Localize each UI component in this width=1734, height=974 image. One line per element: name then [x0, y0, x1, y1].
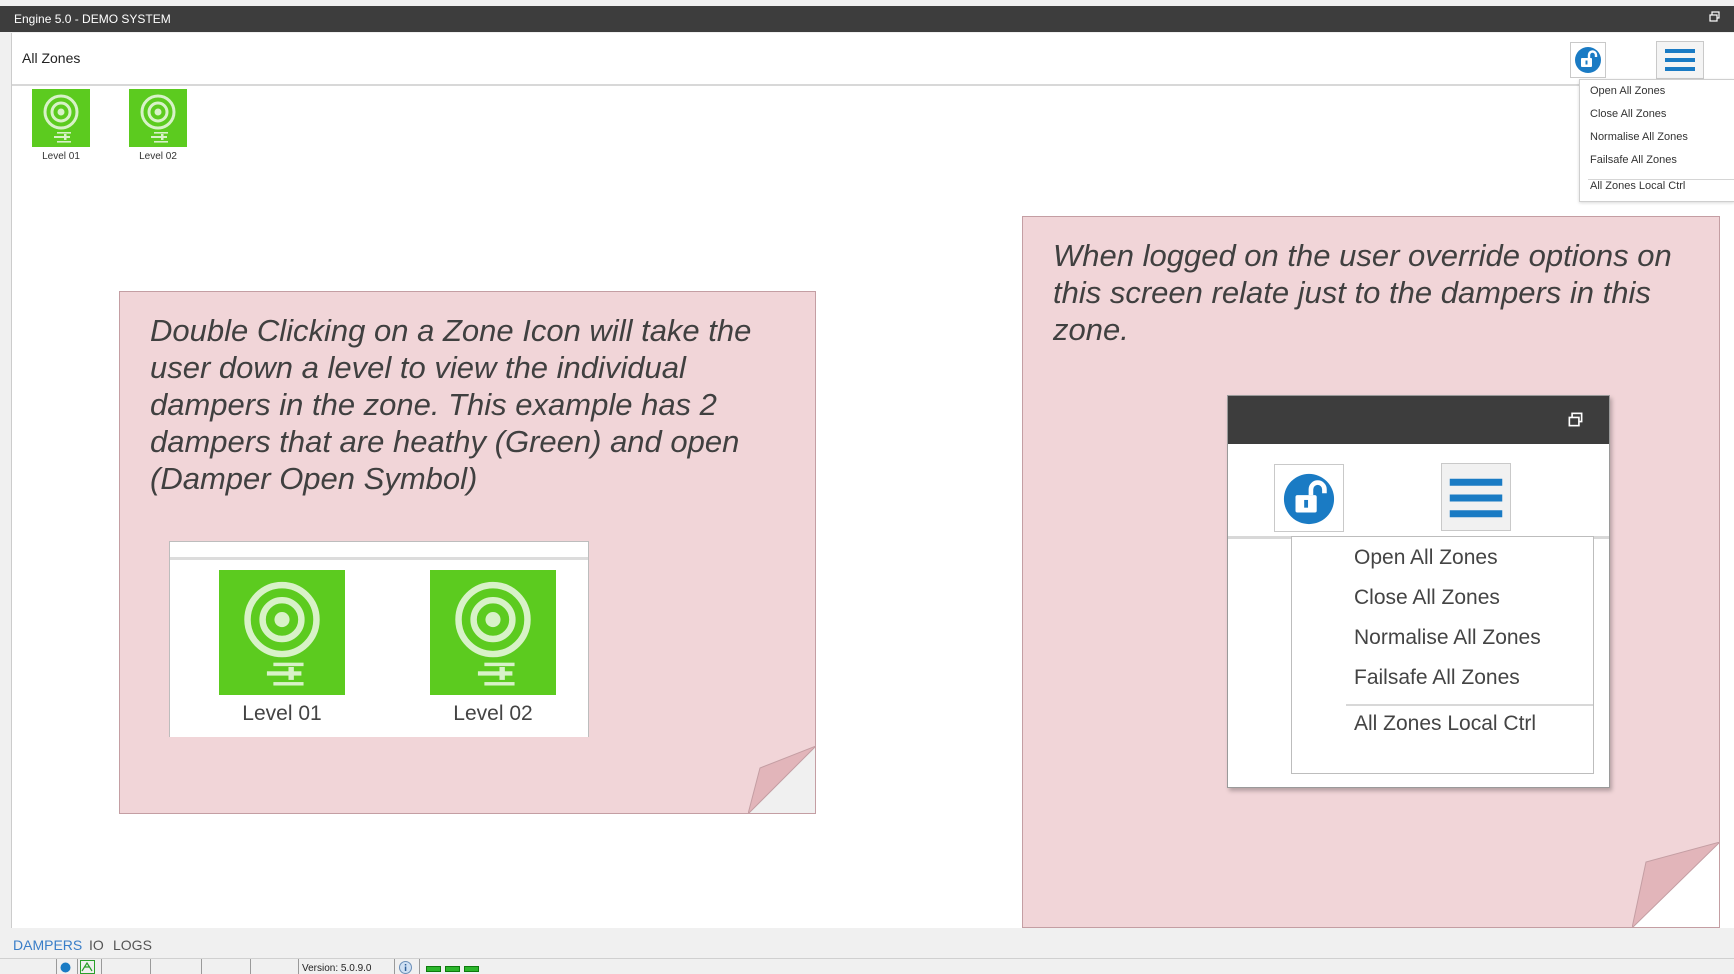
unlock-icon — [1575, 47, 1601, 73]
status-divider — [77, 959, 78, 974]
tab-dampers[interactable]: DAMPERS — [13, 937, 82, 953]
preview-titlebar — [1228, 396, 1609, 444]
preview-topbar — [170, 542, 588, 560]
status-divider — [150, 959, 151, 974]
damper-open-icon — [43, 94, 79, 143]
menu-item-local-ctrl[interactable]: All Zones Local Ctrl — [1590, 180, 1685, 192]
window-titlebar: Engine 5.0 - DEMO SYSTEM — [0, 6, 1734, 32]
menu-preview: Open All Zones Close All Zones Normalise… — [1227, 395, 1610, 788]
hamburger-menu-icon — [1449, 478, 1503, 518]
preview-zone-label: Level 02 — [453, 702, 533, 725]
zone-level-02[interactable]: Level 02 — [123, 89, 193, 162]
zone-label: Level 01 — [42, 151, 80, 162]
info-icon[interactable] — [399, 961, 412, 974]
zone-menu-button[interactable] — [1656, 41, 1704, 79]
page-curl-icon — [1632, 842, 1719, 927]
menu-item-close-all[interactable]: Close All Zones — [1590, 108, 1666, 120]
status-led — [464, 966, 479, 972]
preview-menu-item: Close All Zones — [1354, 586, 1500, 609]
status-divider — [250, 959, 251, 974]
hamburger-menu-icon — [1665, 49, 1695, 71]
status-divider — [56, 959, 57, 974]
zone-dropdown-menu: Open All Zones Close All Zones Normalise… — [1579, 79, 1734, 202]
preview-zone-label: Level 01 — [242, 702, 322, 725]
zone-tile[interactable] — [32, 89, 90, 147]
menu-item-open-all[interactable]: Open All Zones — [1590, 85, 1665, 97]
version-label: Version: 5.0.9.0 — [302, 963, 372, 974]
connection-status-icon — [60, 962, 71, 973]
status-led — [445, 966, 460, 972]
note-text: Double Clicking on a Zone Icon will take… — [150, 313, 752, 496]
preview-menu-button — [1441, 463, 1511, 531]
tab-logs[interactable]: LOGS — [113, 937, 152, 953]
zone-label: Level 02 — [139, 151, 177, 162]
network-icon — [80, 960, 95, 974]
status-divider — [394, 959, 395, 974]
preview-lock-button — [1274, 464, 1344, 532]
tab-io[interactable]: IO — [89, 937, 104, 953]
menu-item-failsafe-all[interactable]: Failsafe All Zones — [1590, 154, 1677, 166]
menu-item-normalise-all[interactable]: Normalise All Zones — [1590, 131, 1688, 143]
status-led — [426, 966, 441, 972]
unlock-icon — [1283, 473, 1335, 525]
preview-zone-tile — [430, 570, 556, 695]
preview-menu-divider — [1346, 704, 1593, 706]
damper-open-icon — [244, 581, 320, 686]
preview-menu-item: Normalise All Zones — [1354, 626, 1541, 649]
zone-icons-preview: Level 01 Level 02 — [169, 541, 589, 737]
restore-window-icon[interactable] — [1709, 11, 1720, 22]
restore-window-icon — [1568, 412, 1583, 427]
status-divider — [419, 959, 420, 974]
preview-zone-tile — [219, 570, 345, 695]
status-bar: Version: 5.0.9.0 — [0, 958, 1734, 974]
zone-tile[interactable] — [129, 89, 187, 147]
note-text: When logged on the user override options… — [1053, 238, 1672, 347]
status-divider — [298, 959, 299, 974]
window-title: Engine 5.0 - DEMO SYSTEM — [14, 12, 171, 26]
override-lock-button[interactable] — [1570, 42, 1606, 78]
page-curl-icon — [748, 746, 815, 813]
preview-dropdown-menu: Open All Zones Close All Zones Normalise… — [1291, 536, 1594, 774]
preview-menu-item: All Zones Local Ctrl — [1354, 712, 1537, 735]
annotation-note-right: When logged on the user override options… — [1022, 216, 1720, 928]
main-panel: All Zones Open All Zones Close All Zones… — [11, 33, 1734, 928]
damper-open-icon — [455, 581, 531, 686]
breadcrumb: All Zones — [22, 50, 81, 66]
annotation-note-left: Double Clicking on a Zone Icon will take… — [119, 291, 816, 814]
zone-level-01[interactable]: Level 01 — [26, 89, 96, 162]
status-divider — [101, 959, 102, 974]
status-divider — [201, 959, 202, 974]
bottom-tab-bar: DAMPERS IO LOGS — [0, 932, 1734, 958]
preview-menu-item: Failsafe All Zones — [1354, 666, 1520, 689]
preview-menu-item: Open All Zones — [1354, 546, 1498, 569]
damper-open-icon — [140, 94, 176, 143]
page-header: All Zones — [12, 33, 1734, 86]
